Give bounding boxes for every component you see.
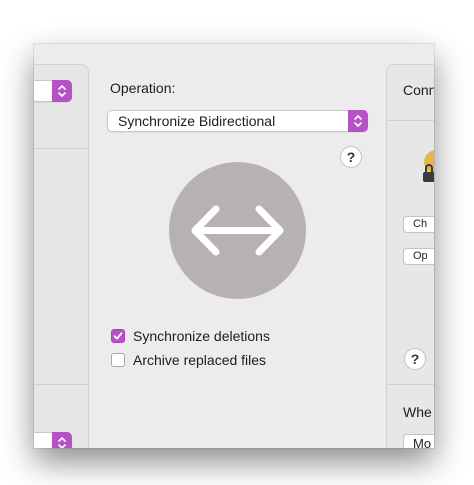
right-button-2[interactable]: Op — [403, 248, 434, 265]
sync-deletions-label: Synchronize deletions — [133, 328, 270, 344]
sync-deletions-checkbox[interactable] — [111, 329, 125, 343]
popup-stepper-icon — [52, 80, 72, 102]
bidirectional-arrow-icon — [169, 162, 306, 299]
popup-stepper-icon — [52, 432, 72, 448]
left-panel — [34, 64, 89, 448]
operation-help-button[interactable]: ? — [340, 146, 362, 168]
right-popup[interactable]: Mo — [403, 434, 434, 448]
right-divider-2 — [386, 384, 434, 385]
operation-select[interactable]: Synchronize Bidirectional — [107, 110, 368, 132]
lock-icon — [422, 148, 434, 182]
right-section-title: Whe — [403, 404, 432, 420]
archive-replaced-checkbox[interactable] — [111, 353, 125, 367]
archive-replaced-label: Archive replaced files — [133, 352, 267, 368]
right-button-1[interactable]: Ch — [403, 216, 434, 233]
sync-window: Operation: Synchronize Bidirectional ? S… — [34, 44, 434, 448]
operation-stepper-icon — [348, 110, 368, 132]
right-help-button[interactable]: ? — [404, 348, 426, 370]
right-panel-title: Conn — [403, 82, 434, 98]
right-divider-1 — [386, 120, 434, 121]
left-divider-2 — [34, 384, 88, 385]
left-popup-bottom[interactable] — [34, 432, 72, 448]
left-popup-top[interactable] — [34, 80, 72, 102]
left-divider-1 — [34, 148, 88, 149]
operation-label: Operation: — [110, 80, 176, 96]
operation-selected-value: Synchronize Bidirectional — [118, 113, 276, 129]
